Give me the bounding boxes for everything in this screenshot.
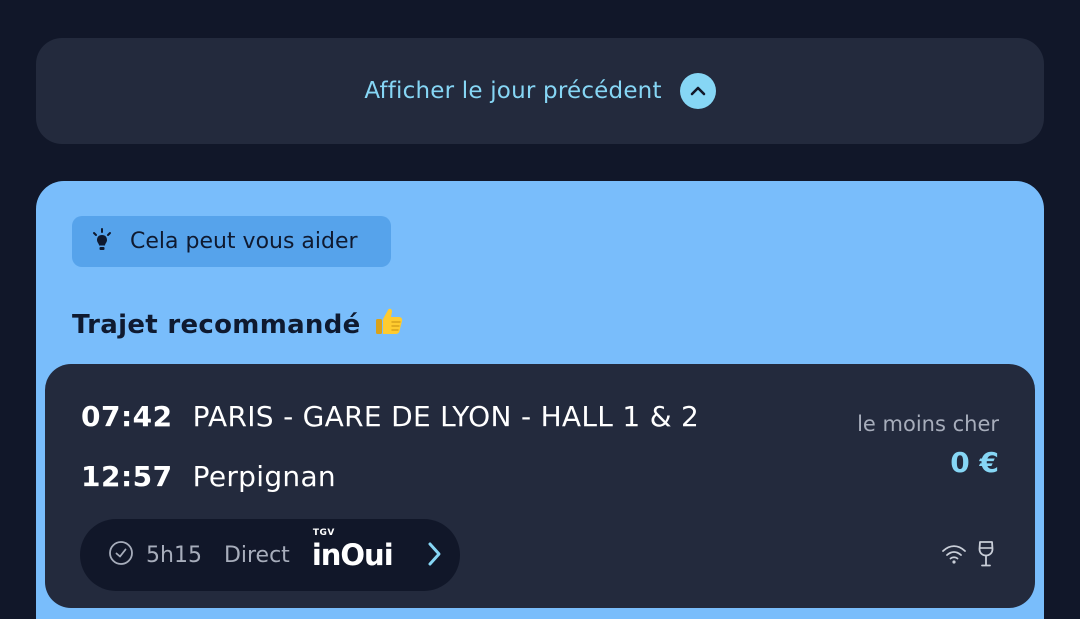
recommendation-panel: Cela peut vous aider Trajet recommandé 0… (36, 181, 1044, 619)
lightbulb-icon (92, 227, 112, 256)
trip-duration: 5h15 (146, 542, 202, 568)
help-chip: Cela peut vous aider (72, 216, 391, 267)
wifi-icon (941, 543, 967, 569)
departure-time: 07:42 (81, 400, 173, 433)
tgv-inoui-logo: TGV inOui (311, 528, 394, 572)
chevron-up-icon (679, 73, 716, 109)
departure-row: 07:42 PARIS - GARE DE LYON - HALL 1 & 2 (81, 400, 699, 433)
clock-icon (108, 540, 134, 570)
wine-glass-icon (977, 540, 995, 572)
recommended-trip-title: Trajet recommandé (72, 305, 405, 344)
tgv-small-label: TGV (312, 527, 335, 538)
chevron-right-icon (426, 541, 442, 571)
price-block: le moins cher 0 € (857, 412, 999, 479)
trip-type: Direct (223, 542, 290, 568)
amenities (941, 540, 995, 572)
help-chip-label: Cela peut vous aider (130, 229, 358, 254)
arrival-station: Perpignan (192, 460, 336, 493)
cheapest-caption: le moins cher (857, 412, 999, 436)
thumbs-up-icon (373, 305, 405, 344)
show-previous-day-label: Afficher le jour précédent (364, 78, 662, 104)
trip-details-button[interactable]: 5h15 Direct TGV inOui (80, 519, 460, 591)
trip-card[interactable]: 07:42 PARIS - GARE DE LYON - HALL 1 & 2 … (45, 364, 1035, 608)
recommended-trip-title-text: Trajet recommandé (72, 309, 361, 340)
departure-station: PARIS - GARE DE LYON - HALL 1 & 2 (192, 400, 700, 433)
trip-price: 0 € (950, 446, 999, 479)
arrival-row: 12:57 Perpignan (81, 460, 336, 493)
brand-label: inOui (311, 537, 394, 572)
show-previous-day-button[interactable]: Afficher le jour précédent (36, 38, 1044, 144)
arrival-time: 12:57 (81, 460, 173, 493)
